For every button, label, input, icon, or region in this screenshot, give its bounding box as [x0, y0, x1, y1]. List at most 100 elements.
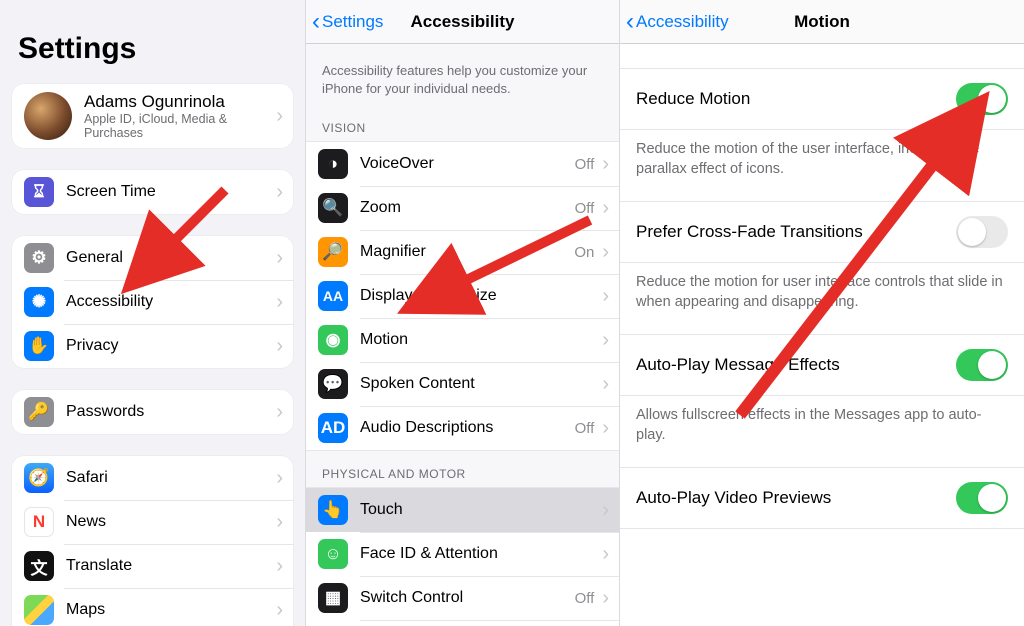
item-zoom[interactable]: 🔍 Zoom Off ›: [306, 186, 619, 230]
toggle-autoplay-video[interactable]: [956, 482, 1008, 514]
back-button[interactable]: ‹ Accessibility: [626, 12, 729, 32]
chevron-right-icon: ›: [276, 401, 283, 424]
label: Reduce Motion: [636, 89, 956, 109]
sidebar-item-screen-time[interactable]: ⌛︎ Screen Time ›: [12, 170, 293, 214]
item-audio-descriptions[interactable]: AD Audio Descriptions Off ›: [306, 406, 619, 450]
status: Off: [575, 590, 595, 607]
item-spoken-content[interactable]: 💬 Spoken Content ›: [306, 362, 619, 406]
motion-icon: ◉: [318, 325, 348, 355]
label: VoiceOver: [360, 155, 575, 173]
chevron-right-icon: ›: [602, 373, 609, 396]
label: News: [66, 513, 272, 531]
label: Magnifier: [360, 243, 574, 261]
maps-icon: [24, 595, 54, 625]
accessibility-icon: 󠀠✺: [24, 287, 54, 317]
toggle-autoplay-msg[interactable]: [956, 349, 1008, 381]
zoom-icon: 🔍: [318, 193, 348, 223]
item-motion[interactable]: ◉ Motion ›: [306, 318, 619, 362]
settings-sidebar: Settings Adams Ogunrinola Apple ID, iClo…: [0, 0, 305, 626]
profile-row[interactable]: Adams Ogunrinola Apple ID, iCloud, Media…: [12, 84, 293, 148]
navbar: ‹ Accessibility Motion: [620, 0, 1024, 44]
nav-title: Motion: [794, 12, 850, 32]
label: Safari: [66, 469, 272, 487]
desc-autoplay-msg: Allows fullscreen effects in the Message…: [620, 396, 1024, 468]
back-button[interactable]: ‹ Settings: [312, 12, 383, 32]
intro-text: Accessibility features help you customiz…: [306, 44, 619, 105]
touch-icon: 👆: [318, 495, 348, 525]
label: Accessibility: [66, 293, 272, 311]
translate-icon: 文: [24, 551, 54, 581]
news-icon: N: [24, 507, 54, 537]
page-title: Settings: [18, 32, 293, 66]
faceid-icon: ☺: [318, 539, 348, 569]
chevron-right-icon: ›: [602, 587, 609, 610]
toggle-cross-fade[interactable]: [956, 216, 1008, 248]
spoken-icon: 💬: [318, 369, 348, 399]
label: Privacy: [66, 337, 272, 355]
chevron-right-icon: ›: [602, 417, 609, 440]
safari-icon: 🧭: [24, 463, 54, 493]
toggle-reduce-motion[interactable]: [956, 83, 1008, 115]
section-header-motor: PHYSICAL AND MOTOR: [306, 451, 619, 487]
text-size-icon: AA: [318, 281, 348, 311]
audio-desc-icon: AD: [318, 413, 348, 443]
voiceover-icon: ◑: [318, 149, 348, 179]
status: Off: [575, 200, 595, 217]
sidebar-item-translate[interactable]: 文 Translate ›: [12, 544, 293, 588]
desc-reduce-motion: Reduce the motion of the user interface,…: [620, 130, 1024, 202]
chevron-right-icon: ›: [276, 511, 283, 534]
label: Display & Text Size: [360, 287, 598, 305]
vision-list: ◑ VoiceOver Off › 🔍 Zoom Off › 🔎 Magnifi…: [306, 141, 619, 451]
sidebar-item-privacy[interactable]: ✋ Privacy ›: [12, 324, 293, 368]
motor-list: 👆 Touch › ☺ Face ID & Attention › ▦ Swit…: [306, 487, 619, 626]
item-faceid[interactable]: ☺ Face ID & Attention ›: [306, 532, 619, 576]
sidebar-item-accessibility[interactable]: 󠀠✺ Accessibility ›: [12, 280, 293, 324]
hourglass-icon: ⌛︎: [24, 177, 54, 207]
item-voice-control[interactable]: 🗣 Voice Control Off ›: [306, 620, 619, 626]
profile-name: Adams Ogunrinola: [84, 92, 272, 112]
label: General: [66, 249, 272, 267]
chevron-right-icon: ›: [602, 241, 609, 264]
item-reduce-motion[interactable]: Reduce Motion: [620, 69, 1024, 130]
nav-title: Accessibility: [411, 12, 515, 32]
label: Passwords: [66, 403, 272, 421]
label: Zoom: [360, 199, 575, 217]
item-magnifier[interactable]: 🔎 Magnifier On ›: [306, 230, 619, 274]
label: Face ID & Attention: [360, 545, 598, 563]
chevron-right-icon: ›: [276, 335, 283, 358]
label: Motion: [360, 331, 598, 349]
item-autoplay-video[interactable]: Auto-Play Video Previews: [620, 468, 1024, 529]
sidebar-item-passwords[interactable]: 🔑 Passwords ›: [12, 390, 293, 434]
sidebar-item-general[interactable]: ⚙︎ General ›: [12, 236, 293, 280]
chevron-right-icon: ›: [276, 291, 283, 314]
gear-icon: ⚙︎: [24, 243, 54, 273]
sidebar-item-news[interactable]: N News ›: [12, 500, 293, 544]
sidebar-item-maps[interactable]: Maps ›: [12, 588, 293, 626]
sidebar-item-safari[interactable]: 🧭 Safari ›: [12, 456, 293, 500]
chevron-right-icon: ›: [602, 543, 609, 566]
chevron-right-icon: ›: [276, 555, 283, 578]
switch-icon: ▦: [318, 583, 348, 613]
accessibility-panel: ‹ Settings Accessibility Accessibility f…: [305, 0, 620, 626]
label: Audio Descriptions: [360, 419, 575, 437]
back-label: Accessibility: [636, 12, 729, 32]
profile-sub: Apple ID, iCloud, Media & Purchases: [84, 112, 272, 140]
item-cross-fade[interactable]: Prefer Cross-Fade Transitions: [620, 202, 1024, 263]
magnifier-icon: 🔎: [318, 237, 348, 267]
item-display-text-size[interactable]: AA Display & Text Size ›: [306, 274, 619, 318]
item-autoplay-msg[interactable]: Auto-Play Message Effects: [620, 335, 1024, 396]
hand-icon: ✋: [24, 331, 54, 361]
item-touch[interactable]: 👆 Touch ›: [306, 488, 619, 532]
label: Spoken Content: [360, 375, 598, 393]
label: Prefer Cross-Fade Transitions: [636, 222, 956, 242]
chevron-right-icon: ›: [602, 153, 609, 176]
chevron-right-icon: ›: [602, 197, 609, 220]
label: Auto-Play Message Effects: [636, 355, 956, 375]
item-switch-control[interactable]: ▦ Switch Control Off ›: [306, 576, 619, 620]
chevron-right-icon: ›: [602, 499, 609, 522]
chevron-right-icon: ›: [276, 599, 283, 622]
item-voiceover[interactable]: ◑ VoiceOver Off ›: [306, 142, 619, 186]
section-header-vision: VISION: [306, 105, 619, 141]
back-label: Settings: [322, 12, 383, 32]
chevron-right-icon: ›: [602, 285, 609, 308]
